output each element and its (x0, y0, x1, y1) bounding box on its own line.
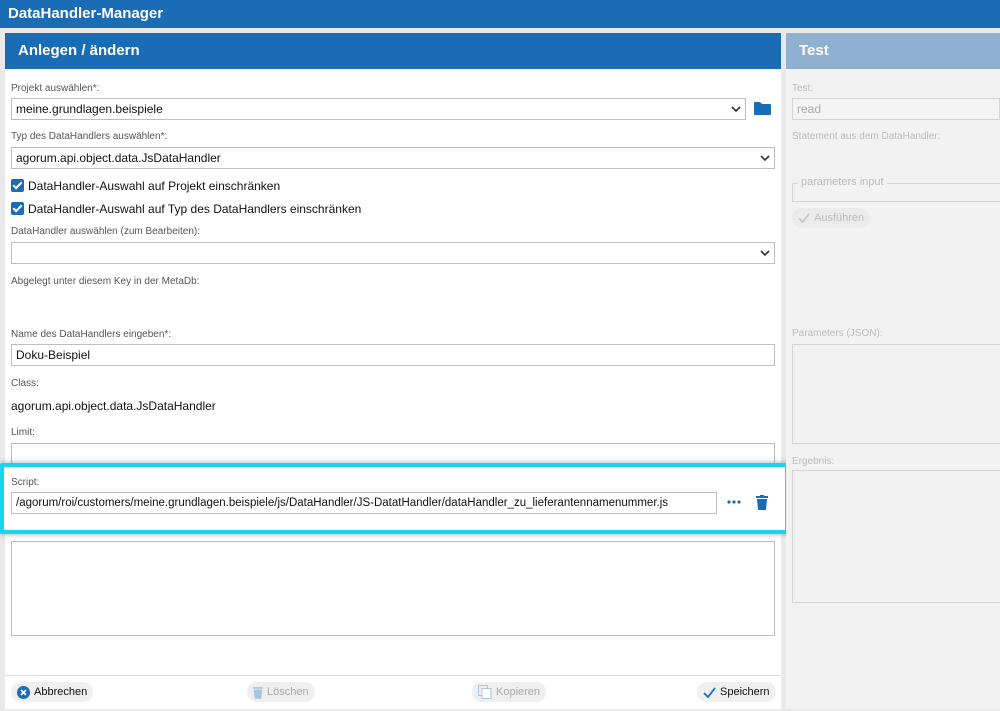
test-input-value: read (797, 102, 822, 116)
project-select[interactable]: meine.grundlagen.beispiele (11, 98, 746, 120)
limit-label: Limit: (11, 427, 35, 438)
divider (5, 675, 781, 676)
type-label: Typ des DataHandlers auswählen*: (11, 131, 168, 142)
cancel-button[interactable]: Abbrechen (11, 682, 94, 702)
name-label: Name des DataHandlers eingeben*: (11, 329, 172, 340)
check-icon (703, 686, 716, 698)
folder-icon[interactable] (754, 101, 771, 115)
trash-icon[interactable] (756, 495, 768, 510)
chevron-down-icon (760, 148, 770, 175)
name-input[interactable]: Doku-Beispiel (11, 344, 775, 366)
copy-button[interactable]: Kopieren (472, 682, 547, 702)
parameters-input-legend: parameters input (798, 176, 887, 188)
copy-icon (478, 685, 492, 699)
chevron-down-icon (760, 243, 770, 270)
execute-button-label: Ausführen (814, 212, 865, 224)
params-json-textarea[interactable] (792, 344, 1000, 444)
script-input-value: /agorum/roi/customers/meine.grundlagen.b… (16, 497, 669, 509)
checkbox-checked-icon (11, 179, 24, 192)
test-label: Test: (792, 83, 814, 94)
project-select-value: meine.grundlagen.beispiele (16, 102, 163, 116)
checkbox-checked-icon (11, 202, 24, 215)
save-button-label: Speichern (720, 686, 770, 698)
project-label: Projekt auswählen*: (11, 83, 100, 94)
handler-select[interactable] (11, 242, 775, 264)
handler-select-label: DataHandler auswählen (zum Bearbeiten): (11, 226, 200, 237)
restrict-type-label: DataHandler-Auswahl auf Typ des DataHand… (28, 202, 362, 216)
execute-button[interactable]: Ausführen (792, 208, 871, 228)
test-panel-title: Test (786, 33, 1000, 69)
additional-textarea[interactable] (11, 541, 775, 636)
name-input-value: Doku-Beispiel (16, 348, 91, 362)
delete-button[interactable]: Löschen (247, 682, 315, 702)
statement-label: Statement aus dem DataHandler: (792, 131, 941, 142)
script-label: Script: (11, 477, 40, 488)
delete-button-label: Löschen (267, 686, 309, 698)
test-input[interactable]: read (792, 98, 1000, 120)
script-input[interactable]: /agorum/roi/customers/meine.grundlagen.b… (11, 492, 717, 514)
class-value: agorum.api.object.data.JsDataHandler (11, 399, 216, 413)
restrict-project-label: DataHandler-Auswahl auf Projekt einschrä… (28, 179, 281, 193)
type-select[interactable]: agorum.api.object.data.JsDataHandler (11, 147, 775, 169)
cancel-button-label: Abbrechen (34, 686, 88, 698)
result-area (792, 470, 1000, 603)
limit-input[interactable] (11, 443, 775, 465)
check-icon (798, 213, 810, 223)
type-select-value: agorum.api.object.data.JsDataHandler (16, 151, 221, 165)
restrict-project-checkbox[interactable]: DataHandler-Auswahl auf Projekt einschrä… (11, 178, 280, 194)
restrict-type-checkbox[interactable]: DataHandler-Auswahl auf Typ des DataHand… (11, 201, 361, 217)
trash-icon (253, 686, 263, 699)
more-icon[interactable] (727, 500, 741, 504)
stored-key-label: Abgelegt unter diesem Key in der MetaDb: (11, 276, 200, 287)
close-circle-icon (17, 685, 30, 699)
chevron-down-icon (731, 99, 741, 126)
app-title: DataHandler-Manager (0, 0, 1000, 28)
params-json-label: Parameters (JSON): (792, 328, 883, 339)
copy-button-label: Kopieren (496, 686, 541, 698)
edit-panel-title: Anlegen / ändern (5, 33, 781, 69)
result-label: Ergebnis: (792, 456, 835, 467)
save-button[interactable]: Speichern (697, 682, 776, 702)
class-label: Class: (11, 378, 39, 389)
